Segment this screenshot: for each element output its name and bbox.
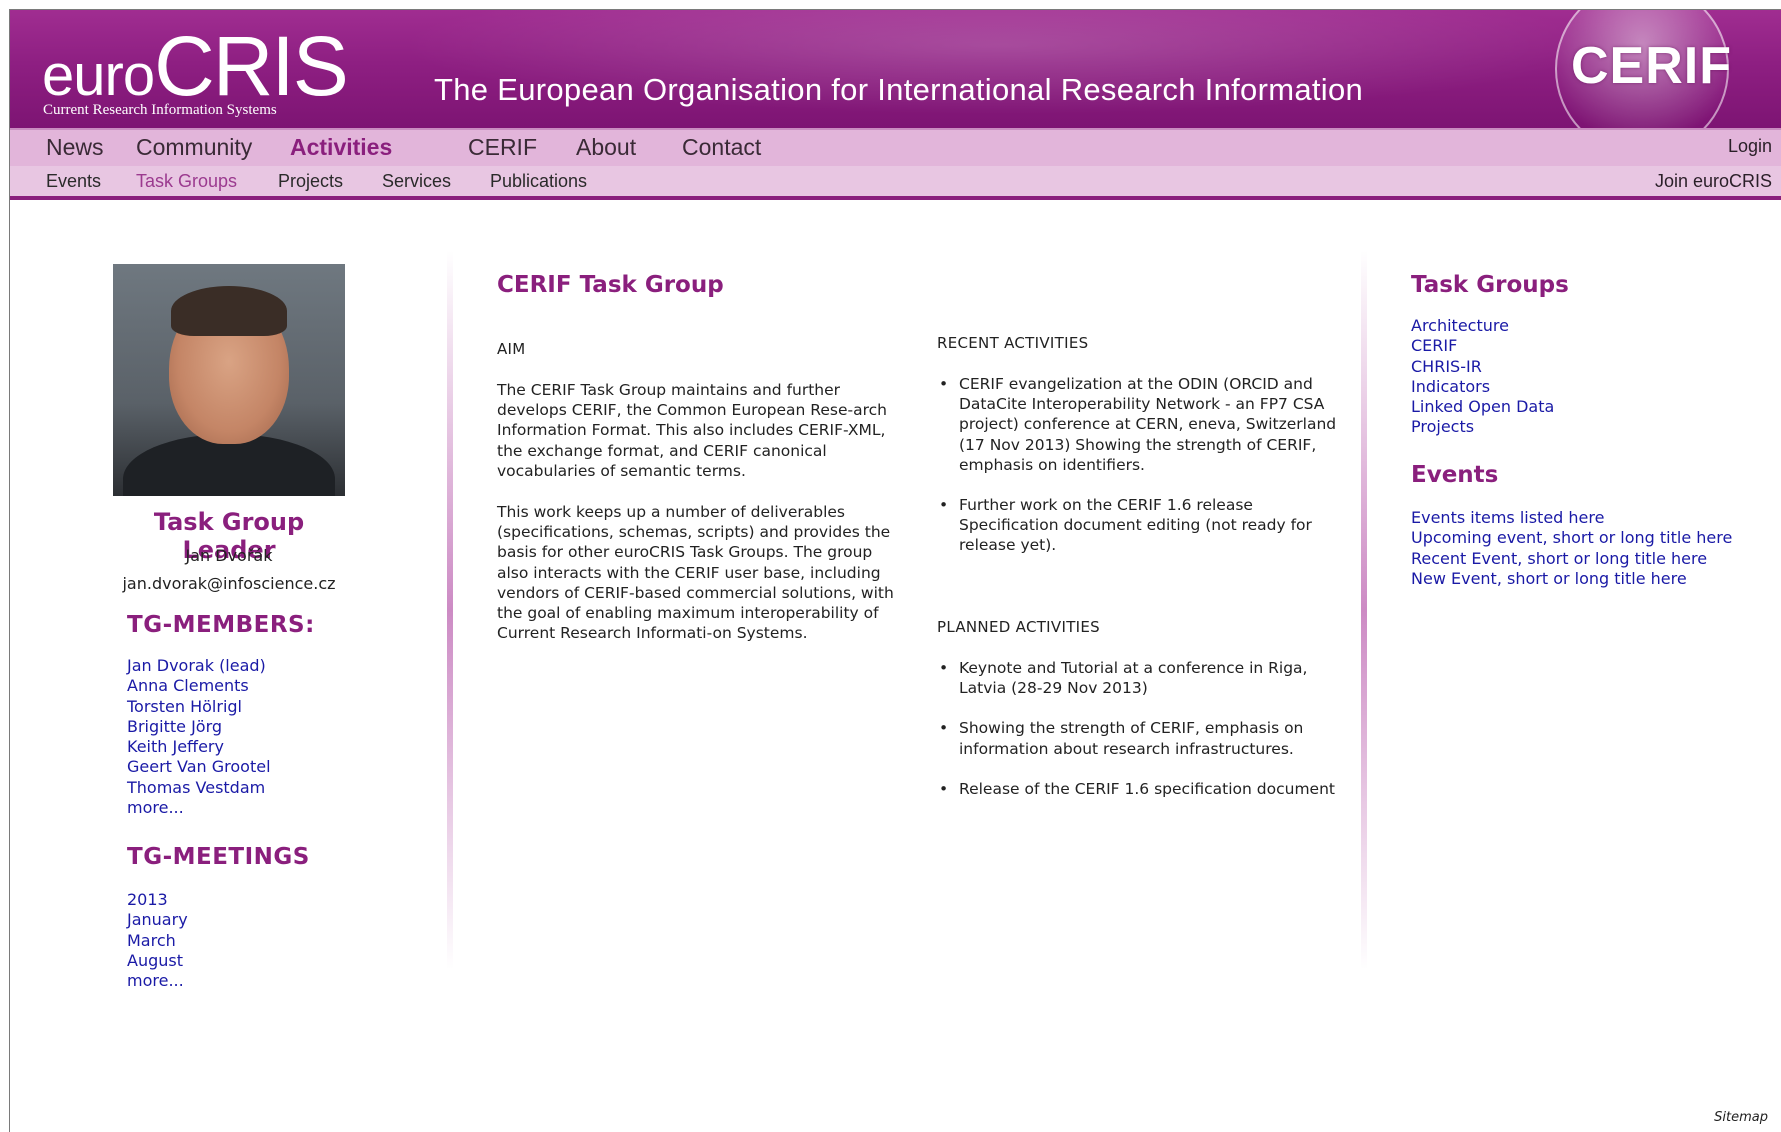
event-link[interactable]: New Event, short or long title here [1411, 569, 1732, 589]
column-divider-right [1361, 250, 1367, 970]
recent-activities-label: RECENT ACTIVITIES [937, 334, 1089, 352]
meetings-list: 2013 January March August more... [127, 890, 188, 991]
member-link[interactable]: Jan Dvorak (lead) [127, 656, 271, 676]
join-eurocris-link[interactable]: Join euroCRIS [1655, 171, 1772, 192]
member-link[interactable]: Geert Van Grootel [127, 757, 271, 777]
event-link[interactable]: Recent Event, short or long title here [1411, 549, 1732, 569]
leader-photo [113, 264, 345, 496]
subnav-projects[interactable]: Projects [278, 171, 343, 192]
meetings-heading: TG-MEETINGS [127, 844, 310, 870]
events-list: Events items listed here Upcoming event,… [1411, 508, 1732, 589]
task-group-link[interactable]: Indicators [1411, 377, 1554, 397]
leader-name: Jan Dvořák [185, 546, 273, 565]
planned-activity-item: Showing the strength of CERIF, emphasis … [937, 718, 1337, 758]
planned-activities-list: Keynote and Tutorial at a conference in … [937, 658, 1337, 819]
page-frame: euroCRIS Current Research Information Sy… [9, 9, 1781, 1132]
meeting-link[interactable]: January [127, 910, 188, 930]
member-link[interactable]: Keith Jeffery [127, 737, 271, 757]
nav-about[interactable]: About [576, 134, 636, 161]
recent-activity-item: CERIF evangelization at the ODIN (ORCID … [937, 374, 1337, 475]
meeting-link[interactable]: August [127, 951, 188, 971]
subnav-services[interactable]: Services [382, 171, 451, 192]
member-link[interactable]: Brigitte Jörg [127, 717, 271, 737]
logo-cris: CRIS [154, 19, 349, 113]
event-link[interactable]: Events items listed here [1411, 508, 1732, 528]
task-group-link[interactable]: Projects [1411, 417, 1554, 437]
logo-euro: euro [42, 43, 155, 108]
planned-activity-item: Keynote and Tutorial at a conference in … [937, 658, 1337, 698]
site-tagline: The European Organisation for Internatio… [434, 72, 1364, 107]
planned-activities-label: PLANNED ACTIVITIES [937, 618, 1100, 636]
task-group-link[interactable]: Architecture [1411, 316, 1554, 336]
aim-paragraph-2: This work keeps up a number of deliverab… [497, 503, 894, 643]
members-more-link[interactable]: more... [127, 798, 271, 818]
members-heading: TG-MEMBERS: [127, 612, 315, 638]
leader-email[interactable]: jan.dvorak@infoscience.cz [113, 574, 345, 593]
nav-cerif[interactable]: CERIF [468, 134, 537, 161]
member-link[interactable]: Torsten Hölrigl [127, 697, 271, 717]
sub-nav: Events Task Groups Projects Services Pub… [10, 166, 1781, 200]
login-link[interactable]: Login [1728, 136, 1772, 157]
cerif-badge[interactable]: CERIF [1543, 10, 1743, 128]
task-group-link[interactable]: Linked Open Data [1411, 397, 1554, 417]
member-link[interactable]: Thomas Vestdam [127, 778, 271, 798]
nav-contact[interactable]: Contact [682, 134, 761, 161]
event-link[interactable]: Upcoming event, short or long title here [1411, 528, 1732, 548]
member-link[interactable]: Anna Clements [127, 676, 271, 696]
recent-activity-item: Further work on the CERIF 1.6 release Sp… [937, 495, 1337, 556]
planned-activity-item: Release of the CERIF 1.6 specification d… [937, 779, 1337, 799]
cerif-badge-text: CERIF [1571, 37, 1732, 95]
task-group-link[interactable]: CHRIS-IR [1411, 357, 1554, 377]
eurocris-logo[interactable]: euroCRIS [42, 24, 349, 108]
logo-subtitle: Current Research Information Systems [43, 102, 277, 118]
nav-activities[interactable]: Activities [290, 134, 392, 161]
main-nav: News Community Activities CERIF About Co… [10, 128, 1781, 166]
site-header: euroCRIS Current Research Information Sy… [10, 10, 1781, 128]
meetings-more-link[interactable]: more... [127, 971, 188, 991]
meeting-link[interactable]: March [127, 931, 188, 951]
nav-news[interactable]: News [46, 134, 104, 161]
meeting-link[interactable]: 2013 [127, 890, 188, 910]
aim-label: AIM [497, 340, 526, 358]
column-divider-left [447, 250, 453, 970]
events-heading: Events [1411, 462, 1499, 488]
task-groups-list: Architecture CERIF CHRIS-IR Indicators L… [1411, 316, 1554, 438]
members-list: Jan Dvorak (lead) Anna Clements Torsten … [127, 656, 271, 818]
subnav-events[interactable]: Events [46, 171, 101, 192]
recent-activities-list: CERIF evangelization at the ODIN (ORCID … [937, 374, 1337, 576]
task-group-link[interactable]: CERIF [1411, 336, 1554, 356]
task-groups-heading: Task Groups [1411, 272, 1569, 298]
page-title: CERIF Task Group [497, 272, 724, 298]
aim-paragraph-1: The CERIF Task Group maintains and furth… [497, 381, 887, 480]
subnav-task-groups[interactable]: Task Groups [136, 171, 237, 192]
subnav-publications[interactable]: Publications [490, 171, 587, 192]
nav-community[interactable]: Community [136, 134, 252, 161]
sitemap-link[interactable]: Sitemap [1714, 1110, 1768, 1125]
